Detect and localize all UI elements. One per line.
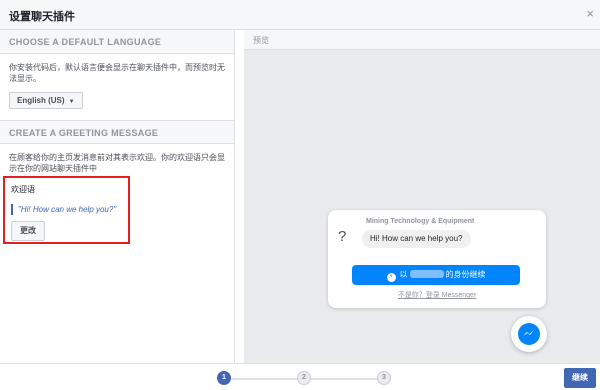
messenger-icon: ⚡ (386, 273, 396, 282)
chat-preview-card: Mining Technology & Equipment ? Hi! How … (328, 210, 546, 308)
chevron-down-icon: ▼ (68, 99, 75, 105)
close-icon[interactable]: × (586, 6, 594, 21)
redacted-name (409, 270, 444, 278)
settings-panel: CHOOSE A DEFAULT LANGUAGE 你安装代码后，默认语言便会显… (0, 30, 235, 363)
continue-button[interactable]: 继续 (564, 368, 596, 388)
language-description: 你安装代码后，默认语言便会显示在聊天插件中，而预览时无法显示。 (9, 63, 225, 83)
step-2[interactable]: 2 (297, 371, 311, 385)
step-1[interactable]: 1 (217, 371, 231, 385)
preview-heading: 预览 (244, 30, 600, 50)
dialog-footer: 1 2 3 继续 (0, 363, 600, 390)
continue-prefix: 以 (399, 270, 408, 279)
step-connector (311, 378, 378, 380)
step-connector (231, 378, 299, 380)
dialog-titlebar: 设置聊天插件 × (0, 0, 600, 30)
greeting-highlight-box: 欢迎语 "Hi! How can we help you?" 更改 (3, 176, 130, 244)
dialog-title: 设置聊天插件 (9, 11, 75, 23)
greeting-section-heading: CREATE A GREETING MESSAGE (0, 120, 234, 144)
messenger-fab-button[interactable] (511, 316, 547, 352)
change-greeting-button[interactable]: 更改 (11, 221, 45, 241)
continue-suffix: 的身份继续 (445, 270, 486, 279)
preview-panel: 预览 Mining Technology & Equipment ? Hi! H… (244, 30, 600, 363)
language-section-heading: CHOOSE A DEFAULT LANGUAGE (0, 30, 234, 54)
continue-as-button[interactable]: ⚡ 以 的身份继续 (352, 265, 520, 285)
greeting-text: "Hi! How can we help you?" (11, 204, 122, 215)
greeting-label: 欢迎语 (11, 185, 35, 194)
question-mark-icon: ? (338, 228, 347, 245)
not-you-login-link[interactable]: 不是你？登录 Messenger (328, 290, 546, 300)
greeting-bubble: Hi! How can we help you? (362, 230, 471, 248)
language-dropdown-value: English (US) (17, 96, 65, 105)
step-3[interactable]: 3 (377, 371, 391, 385)
page-name: Mining Technology & Equipment (366, 218, 475, 225)
messenger-icon (518, 323, 540, 345)
language-dropdown[interactable]: English (US) ▼ (9, 92, 83, 109)
greeting-description: 在顾客给你的主页发消息前对其表示欢迎。你的欢迎语只会显示在你的网站聊天插件中 (9, 153, 225, 173)
